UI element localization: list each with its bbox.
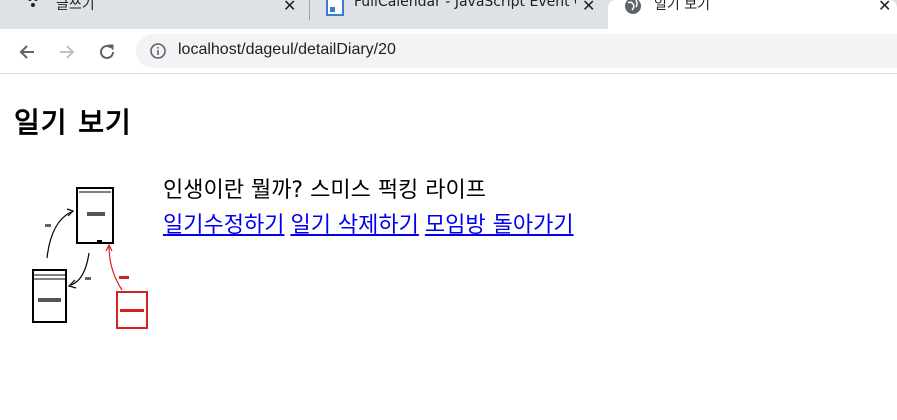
page-title: 일기 보기 [14,106,132,139]
tab-label: 일기 보기 [654,0,710,13]
browser-toolbar: localhost/dageul/detailDiary/20 [0,29,897,74]
diary-title: 인생이란 뭘까? 스미스 퍽킹 라이프 [163,178,487,203]
tab-write[interactable]: 글쓰기 ✕ [0,0,309,29]
delete-diary-link[interactable]: 일기 삭제하기 [290,213,418,238]
tab-fullcalendar[interactable]: FullCalendar - JavaScript Event C ✕ [310,0,608,29]
app-icon [26,0,44,14]
close-icon[interactable]: ✕ [582,0,595,15]
reload-button[interactable] [93,38,121,66]
globe-icon [624,0,642,19]
calendar-icon [326,0,344,20]
tab-strip: 글쓰기 ✕ FullCalendar - JavaScript Event C … [0,0,897,29]
back-to-group-link[interactable]: 모임방 돌아가기 [425,213,574,238]
edit-diary-link[interactable]: 일기수정하기 [163,213,284,238]
close-icon[interactable]: ✕ [878,0,891,15]
diary-diagram-image [32,187,148,329]
close-icon[interactable]: ✕ [283,0,296,15]
action-links: 일기수정하기 일기 삭제하기 모임방 돌아가기 [163,207,580,239]
page-content: 일기 보기 인생이란 뭘까? 스미스 퍽킹 라이프 일기수정하기 일기 삭제하기 모… [0,75,897,420]
diary-content: 인생이란 뭘까? 스미스 퍽킹 라이프 [163,172,486,204]
forward-arrow-icon [60,45,75,59]
info-icon[interactable] [150,43,166,63]
back-button[interactable] [13,38,41,66]
reload-icon [100,44,114,59]
tab-label: FullCalendar - JavaScript Event C [354,0,576,10]
url-text: localhost/dageul/detailDiary/20 [178,41,396,58]
forward-button[interactable] [53,38,81,66]
address-bar[interactable]: localhost/dageul/detailDiary/20 [136,34,897,68]
back-arrow-icon [19,45,34,59]
tab-label: 글쓰기 [56,0,95,13]
tab-diary-view[interactable]: 일기 보기 ✕ [608,0,897,29]
